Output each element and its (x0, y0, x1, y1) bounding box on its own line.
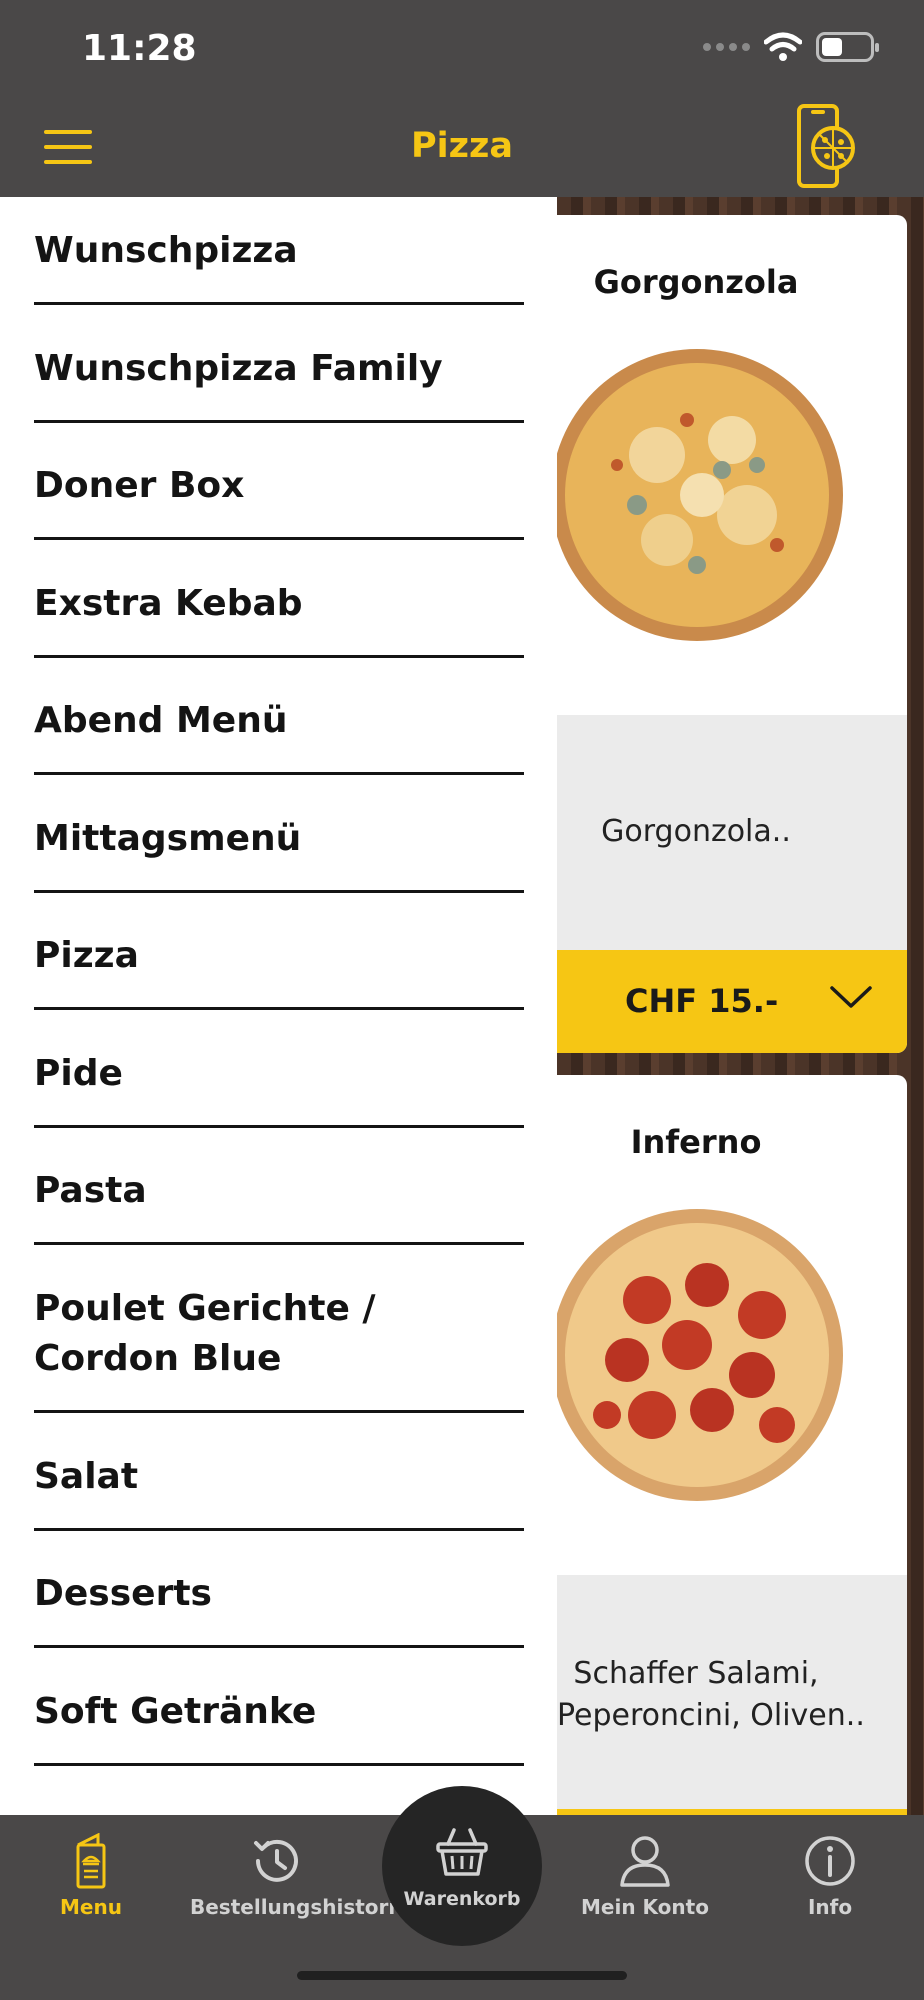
drawer-item-pasta[interactable]: Pasta (34, 1128, 524, 1245)
product-description-panel: Schaffer Salami, Peperoncini, Oliven.. (557, 1575, 907, 1810)
product-card[interactable]: Inferno Schaffer Salami, Peperoncini, Ol… (557, 1075, 907, 1815)
tab-history[interactable]: Bestellungshistorie (190, 1815, 409, 1935)
status-icons (703, 32, 879, 62)
history-icon (254, 1839, 298, 1882)
drawer-item-label: Pasta (34, 1170, 147, 1211)
tab-menu-label: Menu (60, 1895, 122, 1919)
signal-icon (703, 43, 750, 51)
product-description-line1: Schaffer Salami, (573, 1656, 819, 1691)
product-description-line2: Peperoncini, Oliven.. (557, 1698, 865, 1733)
tab-info-label: Info (807, 1895, 853, 1919)
home-indicator[interactable] (297, 1971, 627, 1980)
phone-pizza-icon (797, 104, 855, 188)
info-icon (805, 1836, 855, 1886)
drawer-item-desserts[interactable]: Desserts (34, 1531, 524, 1648)
page-title: Pizza (410, 126, 513, 166)
wifi-icon (764, 32, 802, 61)
drawer-item-label: Poulet Gerichte / Cordon Blue (34, 1288, 376, 1379)
drawer-item-pide[interactable]: Pide (34, 1010, 524, 1128)
drawer-item-salat[interactable]: Salat (34, 1413, 524, 1531)
drawer-item-label: Wunschpizza (34, 230, 298, 271)
product-name: Inferno (630, 1123, 762, 1161)
drawer-item-label: Exstra Kebab (34, 583, 303, 624)
drawer-item-label: Soft Getränke (34, 1691, 317, 1732)
drawer-item-mittagsmenu[interactable]: Mittagsmenü (34, 775, 524, 893)
drawer-item-label: Pizza (34, 935, 139, 976)
battery-icon (816, 32, 879, 62)
tab-cart[interactable]: Warenkorb (382, 1786, 542, 1946)
drawer-item-pizza[interactable]: Pizza (34, 893, 524, 1010)
drawer-item-label: Pide (34, 1053, 123, 1094)
tab-account-label: Mein Konto (581, 1895, 709, 1919)
product-card[interactable]: Gorgonzola Gorgonzola.. CHF 15.- (557, 215, 907, 1053)
product-price: CHF 15.- (625, 982, 779, 1020)
pizza-image (557, 349, 843, 641)
menu-card-icon (76, 1833, 106, 1889)
tab-history-label: Bestellungshistorie (190, 1895, 409, 1919)
drawer-item-doner-box[interactable]: Doner Box (34, 423, 524, 540)
drawer-item-label: Desserts (34, 1573, 212, 1614)
status-bar: 11:28 (0, 0, 924, 100)
tab-account[interactable]: Mein Konto (560, 1815, 730, 1935)
pizza-image (557, 1209, 843, 1501)
product-description-panel: Gorgonzola.. (557, 715, 907, 950)
drawer-item-label: Mittagsmenü (34, 818, 302, 859)
price-select-button[interactable]: CHF 15.- (557, 950, 907, 1053)
user-icon (620, 1836, 670, 1887)
app-header: Pizza (0, 100, 924, 197)
drawer-item-exstra-kebab[interactable]: Exstra Kebab (34, 540, 524, 658)
status-time: 11:28 (82, 28, 197, 69)
drawer-item-label: Doner Box (34, 465, 245, 506)
category-drawer: Wunschpizza Wunschpizza Family Doner Box… (0, 197, 557, 1815)
chevron-down-icon (830, 986, 872, 1008)
drawer-item-wunschpizza[interactable]: Wunschpizza (34, 197, 524, 305)
tab-menu[interactable]: Menu (6, 1815, 176, 1935)
product-list: Gorgonzola Gorgonzola.. CHF 15.- Inferno… (557, 197, 924, 1815)
drawer-item-label: Abend Menü (34, 700, 288, 741)
tab-info[interactable]: Info (745, 1815, 915, 1935)
drawer-item-wunschpizza-family[interactable]: Wunschpizza Family (34, 305, 524, 423)
drawer-item-label: Salat (34, 1456, 139, 1497)
drawer-item-soft-getraenke[interactable]: Soft Getränke (34, 1648, 524, 1766)
product-name: Gorgonzola (593, 263, 799, 301)
drawer-item-label: Wunschpizza Family (34, 348, 443, 389)
tab-cart-label: Warenkorb (403, 1888, 521, 1910)
drawer-item-abend-menu[interactable]: Abend Menü (34, 658, 524, 775)
product-description: Gorgonzola.. (601, 814, 791, 849)
basket-icon (436, 1828, 488, 1876)
drawer-item-poulet-gerichte[interactable]: Poulet Gerichte / Cordon Blue (34, 1245, 524, 1413)
